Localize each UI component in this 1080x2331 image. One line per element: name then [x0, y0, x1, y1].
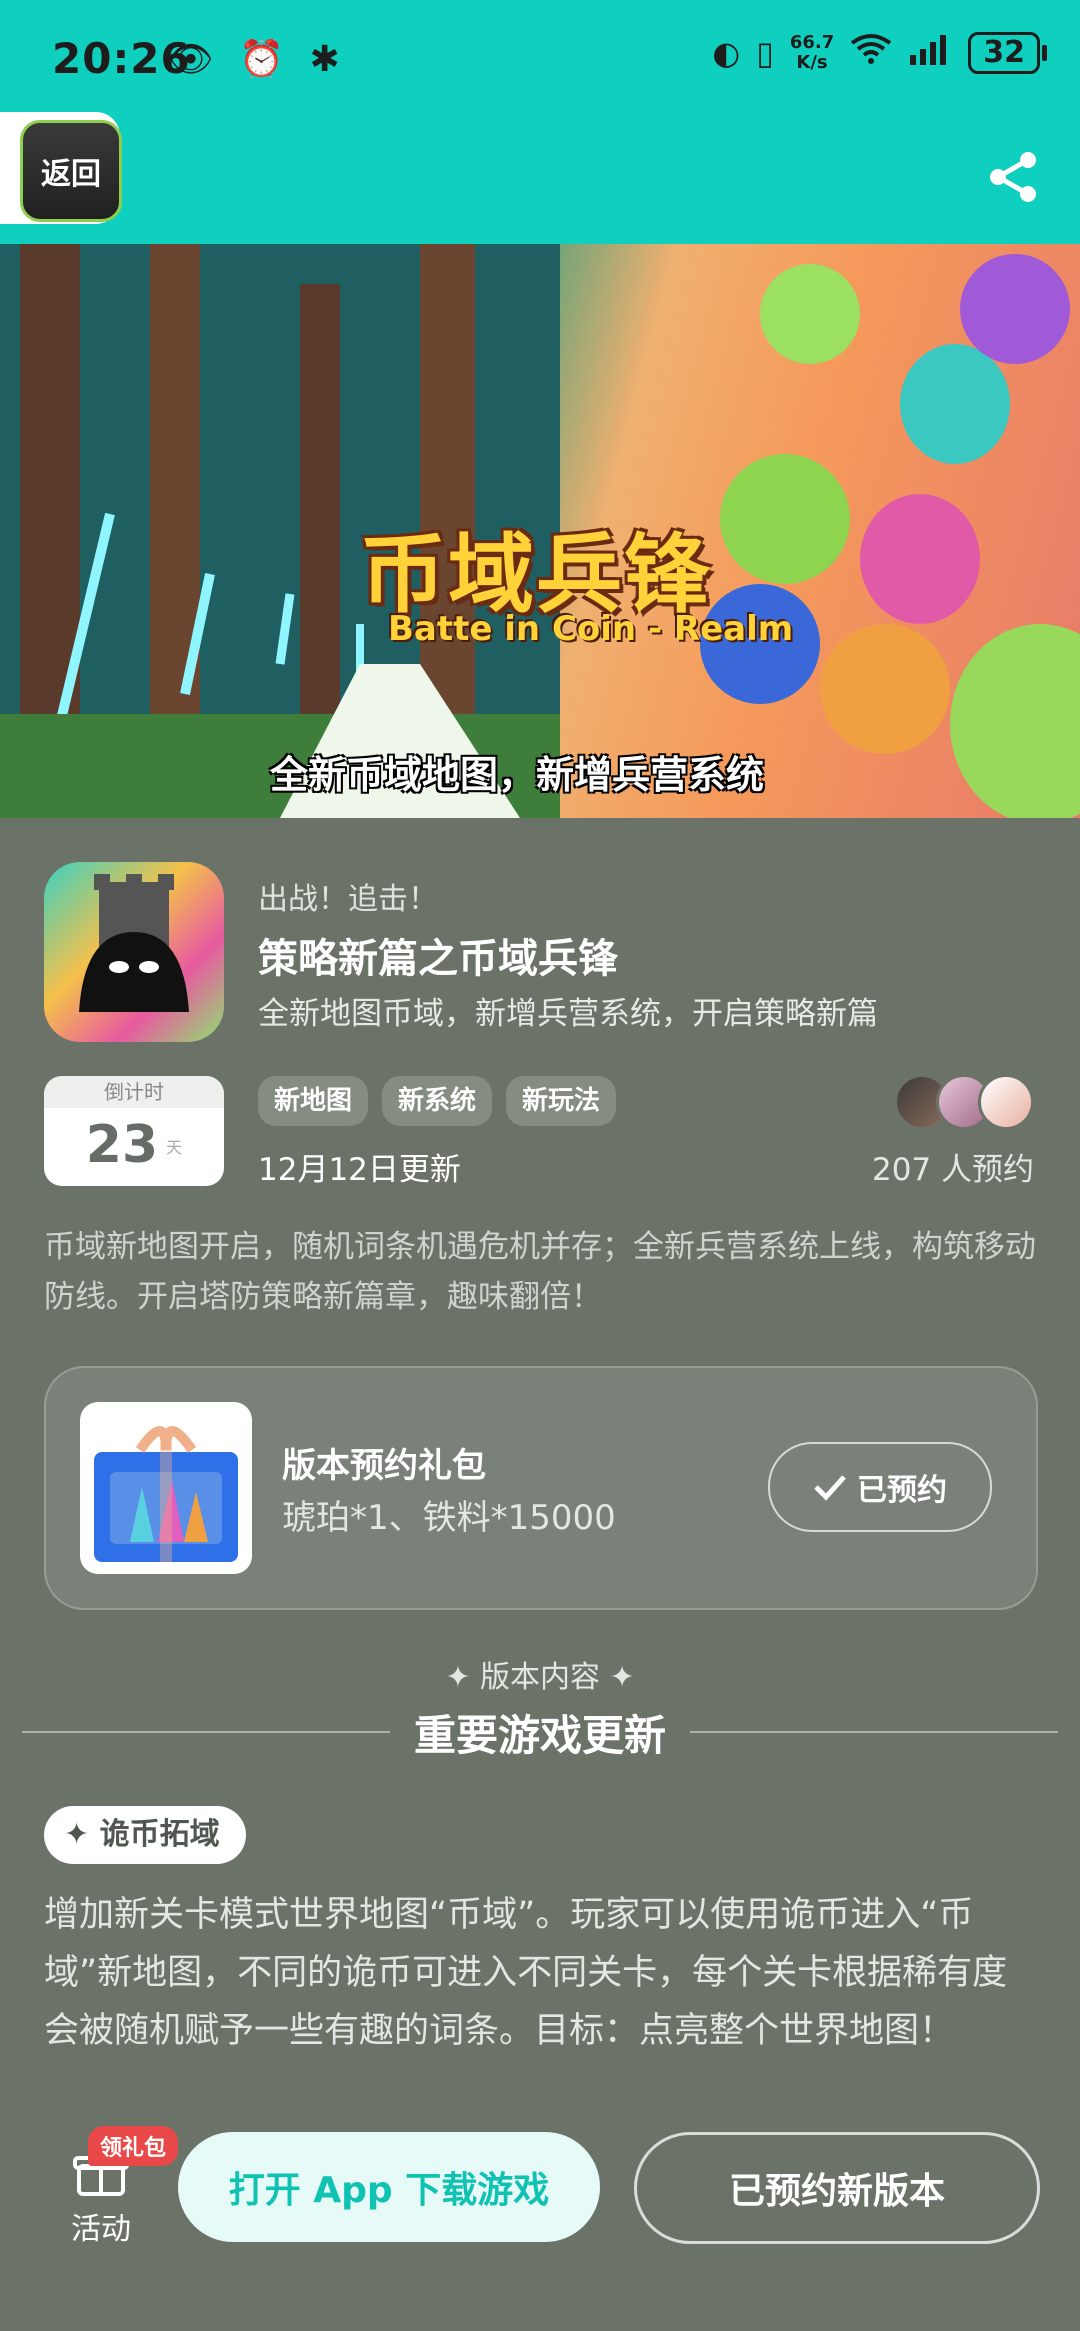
vibrate-icon: ▯ [756, 34, 774, 72]
monster-purple [960, 254, 1070, 364]
avatar [978, 1074, 1034, 1130]
app-title: 策略新篇之币域兵锋 [258, 936, 618, 982]
gift-pack-card: 版本预约礼包 琥珀*1、铁料*15000 已预约 [44, 1366, 1038, 1610]
hd-call-icon: ◐ [712, 34, 741, 72]
status-right: ◐ ▯ 66.7 K/s 32 [712, 32, 1047, 74]
game-banner[interactable]: 币域兵锋 Batte in Coin - Realm 全新币域地图，新增兵营系统 [0, 244, 1080, 818]
reserved-version-button[interactable]: 已预约新版本 [634, 2132, 1040, 2244]
monster-green [720, 454, 850, 584]
share-icon[interactable] [986, 150, 1040, 208]
netspeed-value: 66.7 [789, 32, 835, 53]
tag-item: 新系统 [382, 1076, 493, 1126]
top-bar [0, 120, 1080, 244]
countdown-value-row: 23 天 [44, 1108, 224, 1185]
update-date: 12月12日更新 [258, 1152, 461, 1188]
gift-items: 琥珀*1、铁料*15000 [282, 1498, 616, 1538]
banner-subtitle: Batte in Coin - Realm [388, 609, 794, 649]
feature-chip: ✦ 诡币拓域 [44, 1806, 246, 1864]
feature-text: 增加新关卡模式世界地图“币域”。玩家可以使用诡币进入“币域”新地图，不同的诡币可… [44, 1895, 1008, 2051]
gift-reserved-label: 已预约 [857, 1473, 947, 1508]
tag-item: 新地图 [258, 1076, 369, 1126]
gift-box-image [80, 1402, 252, 1574]
monster-lime [760, 264, 860, 364]
monster-bigbig-green [950, 624, 1080, 818]
monster-teal [900, 344, 1010, 464]
section-heading: 重要游戏更新 [414, 1710, 667, 1760]
feature-chip-label: 诡币拓域 [99, 1817, 220, 1852]
section-eyebrow-label: 版本内容 [480, 1660, 600, 1695]
monster-pink [860, 494, 980, 624]
alarm-icon: ⏰ [239, 39, 284, 80]
section-eyebrow: ✦ 版本内容 ✦ [0, 1652, 1080, 1696]
countdown-card: 倒计时 23 天 [44, 1076, 224, 1186]
countdown-unit: 天 [166, 1138, 183, 1157]
signal-icon [908, 33, 952, 73]
monster-orange [820, 624, 950, 754]
sparkle-icon: ✦ [609, 1660, 635, 1695]
status-icons-left: 👁 ⏰ ✱ [168, 38, 354, 80]
divider [690, 1731, 1059, 1733]
banner-caption: 全新币域地图，新增兵营系统 [270, 753, 765, 797]
back-button[interactable]: 返回 [20, 120, 122, 222]
activity-label: 活动 [71, 2212, 131, 2247]
tag-list: 新地图 新系统 新玩法 [258, 1076, 617, 1126]
checkmark-icon [814, 1475, 846, 1501]
app-tagline: 出战！追击！ [258, 882, 438, 917]
countdown-value: 23 [85, 1115, 159, 1175]
wifi-icon [850, 33, 892, 73]
app-description: 全新地图币域，新增兵营系统，开启策略新篇 [258, 996, 878, 1032]
bluetooth-icon: ✱ [309, 39, 340, 80]
long-description: 币域新地图开启，随机词条机遇危机并存；全新兵营系统上线，构筑移动防线。开启塔防策… [44, 1229, 1036, 1315]
divider [22, 1731, 390, 1733]
reservation-count: 207 人预约 [871, 1152, 1034, 1188]
countdown-label: 倒计时 [44, 1076, 224, 1108]
sparkle-icon: ✦ [445, 1660, 471, 1695]
reserver-avatars [894, 1074, 1034, 1130]
netspeed: 66.7 K/s [790, 33, 834, 73]
tag-item: 新玩法 [506, 1076, 617, 1126]
netspeed-unit: K/s [796, 52, 828, 73]
gift-badge[interactable]: 领礼包 [88, 2126, 179, 2166]
battery-indicator: 32 [968, 32, 1047, 74]
app-icon [44, 862, 224, 1042]
gift-title: 版本预约礼包 [282, 1446, 486, 1486]
section-heading-row: 重要游戏更新 [22, 1702, 1059, 1762]
status-bar: 20:26 👁 ⏰ ✱ ◐ ▯ 66.7 K/s 32 [0, 0, 1080, 120]
eye-icon: 👁 [168, 39, 214, 80]
sparkle-icon: ✦ [64, 1817, 90, 1852]
open-app-button[interactable]: 打开 App 下载游戏 [178, 2132, 600, 2242]
gift-reserved-button[interactable]: 已预约 [768, 1442, 992, 1532]
